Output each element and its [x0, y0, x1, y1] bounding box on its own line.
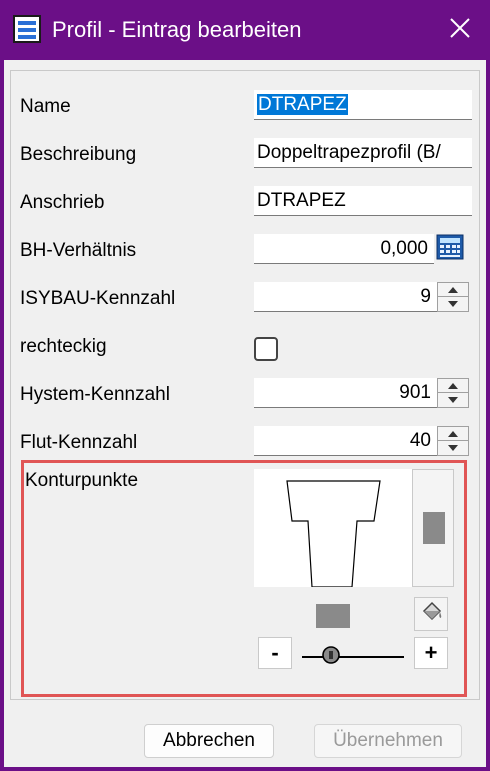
name-value: DTRAPEZ [257, 94, 348, 115]
name-label: Name [20, 96, 71, 117]
window-title: Profil - Eintrag bearbeiten [52, 17, 302, 42]
name-field[interactable]: DTRAPEZ [254, 90, 472, 120]
spin-down-icon[interactable] [438, 297, 468, 311]
fill-button[interactable] [414, 597, 448, 631]
kontur-label: Konturpunkte [25, 470, 139, 491]
isybau-field[interactable]: 9 [254, 282, 437, 312]
spin-up-icon[interactable] [438, 427, 468, 441]
rechteckig-checkbox[interactable] [254, 337, 278, 361]
rechteckig-label: rechteckig [20, 336, 107, 357]
close-button[interactable] [430, 0, 490, 60]
spin-up-icon[interactable] [438, 379, 468, 393]
app-list-icon [12, 14, 42, 44]
hystem-spinner[interactable] [437, 378, 469, 408]
preview-vertical-scrollbar[interactable] [412, 469, 454, 587]
kontur-preview-canvas[interactable] [254, 469, 412, 588]
spin-up-icon[interactable] [438, 283, 468, 297]
flut-spinner[interactable] [437, 426, 469, 456]
hystem-field[interactable]: 901 [254, 378, 437, 408]
zoom-slider-track[interactable] [302, 656, 404, 658]
beschreibung-field[interactable]: Doppeltrapezprofil (B/ [254, 138, 472, 168]
gray-swatch[interactable] [316, 604, 350, 628]
bh-field[interactable]: 0,000 [254, 234, 434, 264]
beschreibung-label: Beschreibung [20, 144, 137, 165]
dialog-window: Profil - Eintrag bearbeiten Name DTRAPEZ… [0, 0, 490, 771]
isybau-spinner[interactable] [437, 282, 469, 312]
title-bar: Profil - Eintrag bearbeiten [0, 0, 490, 60]
flut-field[interactable]: 40 [254, 426, 437, 456]
bh-label: BH-Verhältnis [20, 240, 137, 261]
cancel-button[interactable]: Abbrechen [144, 724, 274, 758]
form-panel: Name DTRAPEZ Beschreibung Doppeltrapezpr… [10, 70, 480, 700]
profile-shape [286, 480, 381, 588]
close-icon [449, 17, 471, 44]
apply-button[interactable]: Übernehmen [314, 724, 462, 758]
scroll-thumb[interactable] [423, 512, 445, 544]
zoom-in-button[interactable]: + [414, 637, 448, 669]
calculator-button[interactable] [435, 234, 465, 265]
isybau-label: ISYBAU-Kennzahl [20, 288, 176, 309]
calculator-icon [436, 234, 464, 265]
dialog-body: Name DTRAPEZ Beschreibung Doppeltrapezpr… [4, 60, 486, 767]
anschrieb-field[interactable]: DTRAPEZ [254, 186, 472, 216]
zoom-out-button[interactable]: - [258, 637, 292, 669]
spin-down-icon[interactable] [438, 441, 468, 455]
zoom-slider-icon[interactable] [321, 645, 341, 667]
flut-label: Flut-Kennzahl [20, 432, 138, 453]
paint-bucket-icon [418, 599, 444, 630]
anschrieb-label: Anschrieb [20, 192, 105, 213]
hystem-label: Hystem-Kennzahl [20, 384, 170, 405]
spin-down-icon[interactable] [438, 393, 468, 407]
